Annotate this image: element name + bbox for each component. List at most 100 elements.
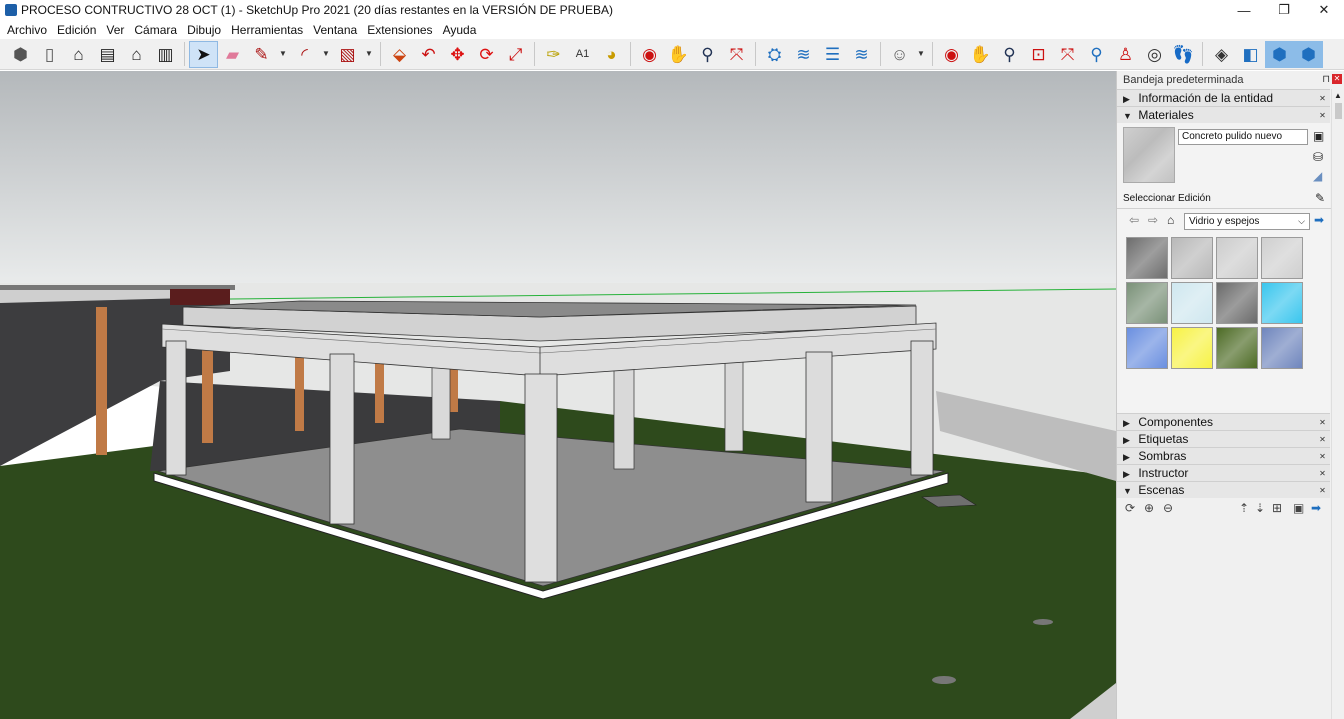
- material-swatch[interactable]: [1261, 327, 1303, 369]
- scale-icon[interactable]: ⤢: [501, 41, 530, 68]
- menu-ver[interactable]: Ver: [101, 23, 129, 37]
- model-scene[interactable]: [0, 71, 1116, 719]
- tab-seleccionar[interactable]: Seleccionar: [1123, 193, 1175, 204]
- menu-dibujo[interactable]: Dibujo: [182, 23, 226, 37]
- material-swatch[interactable]: [1261, 237, 1303, 279]
- scroll-thumb[interactable]: [1335, 103, 1342, 119]
- paint-default-icon[interactable]: ⛁: [1313, 150, 1323, 164]
- menu-archivo[interactable]: Archivo: [2, 23, 52, 37]
- back-view-icon[interactable]: ⌂: [122, 41, 151, 68]
- material-swatch[interactable]: [1216, 282, 1258, 324]
- tape-measure-icon[interactable]: ✑: [539, 41, 568, 68]
- orbit-icon[interactable]: ◉: [635, 41, 664, 68]
- layers-icon[interactable]: ☰: [818, 41, 847, 68]
- menu-camara[interactable]: Cámara: [129, 23, 182, 37]
- menu-extensiones[interactable]: Extensiones: [362, 23, 437, 37]
- rotate-icon[interactable]: ⟳: [472, 41, 501, 68]
- menu-herramientas[interactable]: Herramientas: [226, 23, 308, 37]
- move-scene-up-icon[interactable]: ⇡: [1239, 501, 1249, 515]
- material-swatch[interactable]: [1171, 237, 1213, 279]
- zoom-extents-icon[interactable]: ⤧: [722, 41, 751, 68]
- collection-select[interactable]: Vidrio y espejos ⌵: [1184, 213, 1310, 230]
- position-camera-icon[interactable]: ♙: [1111, 41, 1140, 68]
- select-arrow-icon[interactable]: ➤: [189, 40, 218, 68]
- paint-bucket-icon[interactable]: ◕: [597, 41, 626, 68]
- tray-scrollbar[interactable]: ▲: [1331, 89, 1344, 719]
- iso-view-icon[interactable]: ⬢: [6, 41, 35, 68]
- details-arrow-icon[interactable]: ➡: [1314, 213, 1324, 227]
- panel-materials[interactable]: ▼ Materiales ✕: [1117, 106, 1330, 123]
- top-view-icon[interactable]: ▯: [35, 41, 64, 68]
- panel-close-icon[interactable]: ✕: [1318, 94, 1327, 103]
- add-scene-icon[interactable]: ⊕: [1144, 501, 1154, 515]
- panel-tags[interactable]: ▶ Etiquetas ✕: [1117, 430, 1330, 447]
- forward-arrow-icon[interactable]: ⇨: [1148, 213, 1158, 227]
- material-swatch[interactable]: [1261, 282, 1303, 324]
- text-icon[interactable]: A1: [568, 41, 597, 68]
- walk-icon[interactable]: 👣: [1169, 41, 1198, 68]
- eyedropper-icon[interactable]: ✎: [1315, 191, 1325, 205]
- material-swatch[interactable]: [1216, 237, 1258, 279]
- display-section-icon[interactable]: ◧: [1236, 41, 1265, 68]
- section-fill-icon[interactable]: ⬢: [1265, 40, 1294, 68]
- xray-icon[interactable]: ⬢: [1294, 40, 1323, 68]
- pencil-line-icon[interactable]: ✎: [247, 41, 276, 68]
- zoom-window-icon[interactable]: ⊡: [1024, 41, 1053, 68]
- front-view-icon[interactable]: ⌂: [64, 41, 93, 68]
- pin-icon[interactable]: ⊓: [1322, 71, 1330, 89]
- panel-close-icon[interactable]: ✕: [1318, 452, 1327, 461]
- panel-close-icon[interactable]: ✕: [1318, 486, 1327, 495]
- offset-icon[interactable]: ↶: [414, 41, 443, 68]
- move-icon[interactable]: ✥: [443, 41, 472, 68]
- model-viewport[interactable]: [0, 71, 1116, 719]
- previous-view-icon[interactable]: ⚲: [1082, 41, 1111, 68]
- delete-scene-icon[interactable]: ▣: [1293, 501, 1304, 515]
- move-scene-down-icon[interactable]: ⇣: [1255, 501, 1265, 515]
- maximize-button[interactable]: ❐: [1264, 0, 1304, 20]
- panel-instructor[interactable]: ▶ Instructor ✕: [1117, 464, 1330, 481]
- material-swatch[interactable]: [1171, 327, 1213, 369]
- material-name-field[interactable]: Concreto pulido nuevo: [1178, 129, 1308, 145]
- panel-close-icon[interactable]: ✕: [1318, 469, 1327, 478]
- panel-entity-info[interactable]: ▶ Información de la entidad ✕: [1117, 89, 1330, 106]
- pan-icon[interactable]: ✋: [664, 41, 693, 68]
- sandbox-icon[interactable]: ≋: [847, 41, 876, 68]
- panel-close-icon[interactable]: ✕: [1318, 435, 1327, 444]
- tab-edicion[interactable]: Edición: [1178, 193, 1211, 204]
- panel-components[interactable]: ▶ Componentes ✕: [1117, 413, 1330, 430]
- scroll-up-icon[interactable]: ▲: [1334, 91, 1342, 100]
- panel-close-icon[interactable]: ✕: [1318, 418, 1327, 427]
- tray-close-button[interactable]: ✕: [1332, 74, 1342, 84]
- panel-shadows[interactable]: ▶ Sombras ✕: [1117, 447, 1330, 464]
- panel-close-icon[interactable]: ✕: [1318, 111, 1327, 120]
- section-plane-icon[interactable]: ◈: [1207, 41, 1236, 68]
- close-button[interactable]: ✕: [1304, 0, 1344, 20]
- menu-ventana[interactable]: Ventana: [308, 23, 362, 37]
- pan-2-icon[interactable]: ✋: [966, 41, 995, 68]
- line-dropdown-icon[interactable]: ▼: [276, 41, 290, 68]
- orbit-2-icon[interactable]: ◉: [937, 41, 966, 68]
- scene-details-icon[interactable]: ➡: [1311, 501, 1321, 515]
- view-options-icon[interactable]: ⊞: [1272, 501, 1282, 515]
- left-view-icon[interactable]: ▥: [151, 41, 180, 68]
- styles-icon[interactable]: ≋: [789, 41, 818, 68]
- remove-scene-icon[interactable]: ⊖: [1163, 501, 1173, 515]
- panel-scenes[interactable]: ▼ Escenas ✕: [1117, 481, 1330, 498]
- rectangle-icon[interactable]: ▧: [333, 41, 362, 68]
- eraser-icon[interactable]: ▰: [218, 41, 247, 68]
- material-swatch[interactable]: [1126, 237, 1168, 279]
- create-material-icon[interactable]: ▣: [1313, 129, 1324, 143]
- back-arrow-icon[interactable]: ⇦: [1129, 213, 1139, 227]
- rectangle-dropdown-icon[interactable]: ▼: [362, 41, 376, 68]
- refresh-scene-icon[interactable]: ⟳: [1125, 501, 1135, 515]
- zoom-2-icon[interactable]: ⚲: [995, 41, 1024, 68]
- zoom-extents-2-icon[interactable]: ⤧: [1053, 41, 1082, 68]
- material-swatch[interactable]: [1216, 327, 1258, 369]
- menu-edicion[interactable]: Edición: [52, 23, 101, 37]
- material-swatch[interactable]: [1171, 282, 1213, 324]
- menu-ayuda[interactable]: Ayuda: [438, 23, 482, 37]
- push-pull-icon[interactable]: ⬙: [385, 41, 414, 68]
- zoom-icon[interactable]: ⚲: [693, 41, 722, 68]
- look-around-icon[interactable]: ◎: [1140, 41, 1169, 68]
- material-swatch[interactable]: [1126, 327, 1168, 369]
